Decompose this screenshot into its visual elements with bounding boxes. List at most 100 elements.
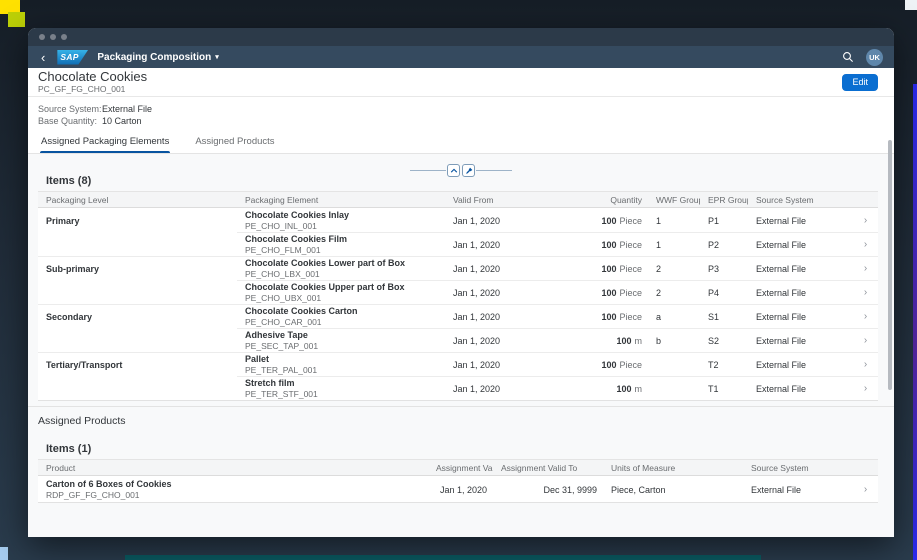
table-row[interactable]: Sub-primary Chocolate Cookies Lower part…: [38, 256, 878, 280]
back-icon[interactable]: ‹: [39, 51, 47, 64]
table-row[interactable]: Adhesive Tape PE_SEC_TAP_001 Jan 1, 2020…: [38, 328, 878, 352]
column-header[interactable]: Packaging Element: [237, 195, 445, 205]
packaging-element-cell: Stretch film PE_TER_STF_001: [237, 376, 445, 400]
element-name: Adhesive Tape: [245, 330, 308, 340]
window-control-dot[interactable]: [50, 34, 56, 40]
object-page-header: Chocolate Cookies PC_GF_FG_CHO_001 Edit: [28, 68, 894, 97]
column-header[interactable]: Source System: [748, 195, 853, 205]
table-row[interactable]: Carton of 6 Boxes of Cookies RDP_GF_FG_C…: [38, 476, 878, 502]
row-chevron-icon[interactable]: ›: [853, 352, 878, 376]
wwf-group-cell: 1: [656, 215, 662, 226]
element-name: Chocolate Cookies Upper part of Box: [245, 282, 405, 292]
epr-group-cell: T2: [700, 352, 748, 376]
tab-assigned-products[interactable]: Assigned Products: [194, 136, 275, 153]
table-row[interactable]: Secondary Chocolate Cookies Carton PE_CH…: [38, 304, 878, 328]
packaging-element-cell: Chocolate Cookies Carton PE_CHO_CAR_001: [237, 304, 445, 328]
wwf-group-cell: b: [648, 328, 700, 352]
source-system-cell: External File: [756, 215, 807, 226]
quantity-value: 100: [616, 383, 632, 394]
element-code: PE_TER_PAL_001: [245, 364, 318, 375]
tab-assigned-packaging-elements[interactable]: Assigned Packaging Elements: [40, 136, 171, 153]
product-name: Carton of 6 Boxes of Cookies: [46, 479, 172, 489]
attribute-label: Base Quantity:: [38, 116, 98, 126]
element-code: PE_CHO_INL_001: [245, 220, 317, 231]
valid-from-cell: Jan 1, 2020: [445, 352, 560, 376]
column-header[interactable]: Source System: [743, 463, 853, 473]
element-code: PE_SEC_TAP_001: [245, 340, 319, 351]
packaging-level-cell: Secondary: [38, 304, 237, 328]
packaging-level-cell: Primary: [46, 215, 80, 226]
quantity-value: 100: [601, 239, 617, 250]
packaging-level-cell: Tertiary/Transport: [38, 352, 237, 376]
wwf-group-cell: 1: [648, 232, 700, 256]
quantity-unit: Piece: [619, 287, 642, 298]
quantity-cell: 100 Piece: [560, 280, 648, 304]
packaging-element-cell: Chocolate Cookies Upper part of Box PE_C…: [237, 280, 445, 304]
table-row[interactable]: Tertiary/Transport Pallet PE_TER_PAL_001…: [38, 352, 878, 376]
epr-group-cell: P3: [700, 256, 748, 280]
wwf-group-cell: [648, 376, 700, 400]
table-row[interactable]: Primary Chocolate Cookies Inlay PE_CHO_I…: [38, 208, 878, 232]
source-system-cell: External File: [748, 256, 853, 280]
column-header[interactable]: Valid From: [445, 195, 560, 205]
column-header[interactable]: Assignment Valid From: [428, 463, 493, 473]
row-chevron-icon[interactable]: ›: [853, 232, 878, 256]
column-header[interactable]: WWF Group: [648, 195, 700, 205]
quantity-value: 100: [601, 215, 617, 226]
source-system-cell: External File: [748, 304, 853, 328]
packaging-level-cell: [38, 328, 237, 352]
collapse-header-button[interactable]: [447, 164, 460, 177]
row-chevron-icon[interactable]: ›: [853, 208, 878, 232]
product-code: RDP_GF_FG_CHO_001: [46, 489, 140, 500]
screen-artifact-blue-strip: [913, 84, 917, 560]
element-name: Chocolate Cookies Lower part of Box: [245, 258, 406, 268]
quantity-value: 100: [601, 263, 617, 274]
attribute-value: 10 Carton: [102, 116, 142, 126]
quantity-cell: 100 Piece: [560, 352, 648, 376]
vertical-scrollbar[interactable]: [888, 140, 892, 390]
avatar[interactable]: UK: [866, 48, 883, 66]
valid-from-cell: Jan 1, 2020: [445, 376, 560, 400]
sap-logo[interactable]: SAP: [57, 49, 89, 65]
source-system-cell: External File: [748, 376, 853, 400]
row-chevron-icon[interactable]: ›: [853, 476, 878, 502]
row-chevron-icon[interactable]: ›: [853, 280, 878, 304]
quantity-unit: Piece: [619, 311, 642, 322]
attribute-value: External File: [102, 104, 153, 114]
column-header[interactable]: Product: [38, 463, 428, 473]
edit-button[interactable]: Edit: [842, 73, 878, 91]
window-control-dot[interactable]: [61, 34, 67, 40]
column-header[interactable]: Units of Measure: [603, 463, 743, 473]
window-control-dot[interactable]: [39, 34, 45, 40]
table-header-row: Product Assignment Valid From Assignment…: [38, 459, 878, 476]
app-title-menu[interactable]: Packaging Composition ▾: [97, 52, 218, 63]
valid-from-cell: Jan 1, 2020: [453, 215, 501, 226]
screen-artifact-white: [905, 0, 917, 10]
row-chevron-icon[interactable]: ›: [853, 376, 878, 400]
pin-header-button[interactable]: [462, 164, 475, 177]
quantity-cell: 100 Piece: [560, 232, 648, 256]
row-chevron-icon[interactable]: ›: [853, 328, 878, 352]
assigned-products-table: Product Assignment Valid From Assignment…: [38, 459, 878, 503]
table-row[interactable]: Chocolate Cookies Upper part of Box PE_C…: [38, 280, 878, 304]
row-chevron-icon[interactable]: ›: [853, 256, 878, 280]
column-header[interactable]: Quantity: [560, 195, 648, 205]
source-system-cell: External File: [748, 232, 853, 256]
quantity-unit: Piece: [619, 239, 642, 250]
element-name: Chocolate Cookies Carton: [245, 306, 358, 316]
packaging-element-cell: Adhesive Tape PE_SEC_TAP_001: [237, 328, 445, 352]
table-row[interactable]: Chocolate Cookies Film PE_CHO_FLM_001 Ja…: [38, 232, 878, 256]
epr-group-cell: S2: [700, 328, 748, 352]
packaging-elements-table: Packaging Level Packaging Element Valid …: [38, 191, 878, 401]
table-row[interactable]: Stretch film PE_TER_STF_001 Jan 1, 2020 …: [38, 376, 878, 400]
row-chevron-icon[interactable]: ›: [853, 304, 878, 328]
column-header[interactable]: Packaging Level: [38, 195, 237, 205]
quantity-cell: 100 Piece: [560, 256, 648, 280]
search-icon[interactable]: [842, 51, 854, 63]
valid-from-cell: Jan 1, 2020: [445, 328, 560, 352]
column-header[interactable]: EPR Group: [700, 195, 748, 205]
column-header[interactable]: Assignment Valid To: [493, 463, 603, 473]
element-code: PE_CHO_FLM_001: [245, 244, 321, 255]
shell-header: ‹ SAP Packaging Composition ▾ UK: [28, 46, 894, 68]
packaging-element-cell: Chocolate Cookies Film PE_CHO_FLM_001: [237, 232, 445, 256]
